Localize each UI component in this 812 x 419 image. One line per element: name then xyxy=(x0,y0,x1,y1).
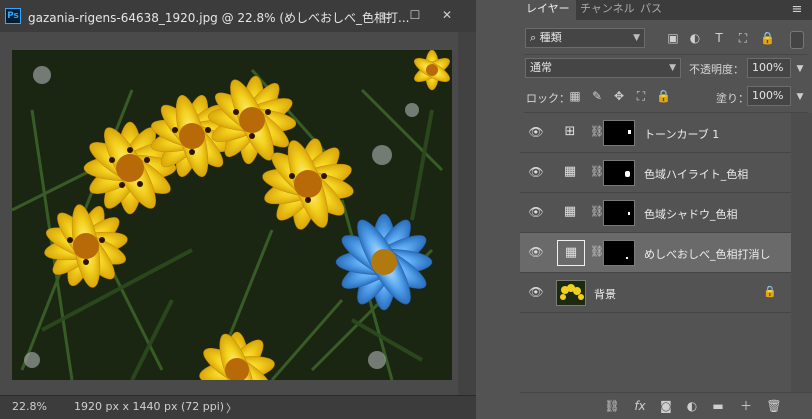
layer-filter-row: ⌕ 種類 ▼ ▣ ◐ T ⛶ 🔒 xyxy=(520,28,812,50)
layer-mask-thumbnail[interactable] xyxy=(603,160,635,186)
visibility-eye-icon[interactable]: 👁 xyxy=(528,205,544,219)
document-status-bar: 22.8% 1920 px x 1440 px (72 ppi) 〉 xyxy=(0,395,476,419)
mask-link-icon[interactable]: ⛓ xyxy=(590,165,604,181)
blend-mode-select[interactable]: 通常 ▼ xyxy=(525,58,681,78)
flower-photo-graphic xyxy=(12,50,452,380)
layer-style-fx-icon[interactable]: fx xyxy=(632,399,648,413)
hue-saturation-adjustment-icon[interactable]: ▦ xyxy=(557,160,585,186)
kind-filter-value: 種類 xyxy=(539,31,562,44)
new-layer-icon[interactable]: ＋ xyxy=(738,399,754,413)
visibility-eye-icon[interactable]: 👁 xyxy=(528,285,544,299)
opacity-input[interactable]: 100% xyxy=(747,58,791,78)
layers-panel-footer: ⛓ fx ◙ ◐ ▬ ＋ 🗑 xyxy=(520,392,812,419)
panel-gutter xyxy=(476,0,520,419)
background-thumbnail-graphic xyxy=(557,281,585,305)
zoom-level[interactable]: 22.8% xyxy=(12,400,47,413)
opacity-dropdown-icon[interactable]: ▼ xyxy=(794,62,806,76)
panel-menu-icon[interactable]: ≡ xyxy=(788,2,806,18)
adjustment-filter-icon[interactable]: ◐ xyxy=(688,31,702,45)
tab-paths[interactable]: パス xyxy=(634,0,668,20)
mask-link-icon[interactable]: ⛓ xyxy=(590,245,604,261)
lock-artboard-icon[interactable]: ⛶ xyxy=(634,89,648,103)
type-filter-icon[interactable]: T xyxy=(712,31,726,45)
mask-link-icon[interactable]: ⛓ xyxy=(590,125,604,141)
status-menu-arrow-icon[interactable]: 〉 xyxy=(226,400,237,416)
background-layer-thumbnail[interactable] xyxy=(556,280,586,306)
flower-photo[interactable] xyxy=(12,50,452,380)
lock-image-pixels-icon[interactable]: ✎ xyxy=(590,89,604,103)
add-mask-icon[interactable]: ◙ xyxy=(658,399,674,413)
fill-dropdown-icon[interactable]: ▼ xyxy=(794,90,806,104)
layer-name[interactable]: 色域ハイライト_色相 xyxy=(644,166,748,182)
layer-kind-filter[interactable]: ⌕ 種類 ▼ xyxy=(525,28,645,48)
visibility-eye-icon[interactable]: 👁 xyxy=(528,245,544,259)
layer-name[interactable]: 色域シャドウ_色相 xyxy=(644,206,738,222)
canvas-area[interactable] xyxy=(0,32,476,395)
chevron-down-icon: ▼ xyxy=(669,63,676,73)
smart-object-filter-icon[interactable]: 🔒 xyxy=(760,31,775,45)
layer-row[interactable]: 👁 背景 🔒 xyxy=(520,273,791,313)
minimize-button[interactable]: ▭ xyxy=(376,8,398,22)
new-adjustment-layer-icon[interactable]: ◐ xyxy=(684,399,700,413)
mask-link-icon[interactable]: ⛓ xyxy=(590,205,604,221)
layer-mask-thumbnail[interactable] xyxy=(603,240,635,266)
layer-lock-icon: 🔒 xyxy=(763,285,777,298)
layer-name[interactable]: トーンカーブ 1 xyxy=(644,126,719,142)
maximize-button[interactable]: ☐ xyxy=(404,8,426,22)
blend-opacity-row: 通常 ▼ 不透明度： 100% ▼ xyxy=(520,58,812,80)
divider xyxy=(524,54,808,55)
fill-label: 塗り： xyxy=(716,92,749,105)
curves-adjustment-icon[interactable]: ⊞ xyxy=(557,120,585,146)
search-icon: ⌕ xyxy=(530,31,537,44)
filter-toggle-switch[interactable] xyxy=(790,31,804,49)
delete-layer-trash-icon[interactable]: 🗑 xyxy=(766,399,782,413)
photoshop-app-icon: Ps xyxy=(5,8,21,24)
new-group-folder-icon[interactable]: ▬ xyxy=(710,399,726,413)
document-window: Ps gazania-rigens-64638_1920.jpg @ 22.8%… xyxy=(0,0,476,419)
hue-saturation-adjustment-icon[interactable]: ▦ xyxy=(557,240,585,266)
shape-filter-icon[interactable]: ⛶ xyxy=(736,31,750,45)
layer-row[interactable]: 👁 ▦ ⛓ 色域シャドウ_色相 xyxy=(520,193,791,233)
tab-layers[interactable]: レイヤー xyxy=(520,0,576,20)
layer-row[interactable]: 👁 ▦ ⛓ めしべおしべ_色相打消し xyxy=(520,233,791,273)
visibility-eye-icon[interactable]: 👁 xyxy=(528,125,544,139)
layer-list-scrollbar[interactable] xyxy=(791,113,812,396)
layers-panel: レイヤー チャンネル パス ≡ ⌕ 種類 ▼ ▣ ◐ T ⛶ 🔒 通常 ▼ 不透… xyxy=(520,0,812,419)
layer-row[interactable]: 👁 ⊞ ⛓ トーンカーブ 1 xyxy=(520,113,791,153)
layer-mask-thumbnail[interactable] xyxy=(603,200,635,226)
lock-transparent-icon[interactable]: ▦ xyxy=(568,89,582,103)
lock-position-icon[interactable]: ✥ xyxy=(612,89,626,103)
layer-name[interactable]: 背景 xyxy=(594,286,616,302)
document-dimensions: 1920 px x 1440 px (72 ppi) xyxy=(74,400,225,413)
visibility-eye-icon[interactable]: 👁 xyxy=(528,165,544,179)
tab-channels[interactable]: チャンネル xyxy=(574,0,641,20)
pixel-filter-icon[interactable]: ▣ xyxy=(666,31,680,45)
layer-mask-thumbnail[interactable] xyxy=(603,120,635,146)
layer-name[interactable]: めしべおしべ_色相打消し xyxy=(644,246,771,262)
link-layers-icon[interactable]: ⛓ xyxy=(604,399,620,413)
panel-tab-bar: レイヤー チャンネル パス ≡ xyxy=(520,0,812,20)
opacity-label: 不透明度： xyxy=(689,63,744,76)
fill-input[interactable]: 100% xyxy=(747,86,791,106)
lock-label: ロック： xyxy=(526,92,570,105)
chevron-down-icon: ▼ xyxy=(633,33,640,43)
hue-saturation-adjustment-icon[interactable]: ▦ xyxy=(557,200,585,226)
close-button[interactable]: ✕ xyxy=(436,8,458,22)
lock-all-icon[interactable]: 🔒 xyxy=(656,89,671,103)
blend-mode-value: 通常 xyxy=(530,61,552,74)
lock-fill-row: ロック： ▦ ✎ ✥ ⛶ 🔒 塗り： 100% ▼ xyxy=(520,86,812,108)
document-title-bar[interactable]: Ps gazania-rigens-64638_1920.jpg @ 22.8%… xyxy=(0,0,476,32)
layer-row[interactable]: 👁 ▦ ⛓ 色域ハイライト_色相 xyxy=(520,153,791,193)
document-title: gazania-rigens-64638_1920.jpg @ 22.8% (め… xyxy=(28,11,410,25)
canvas-vertical-scrollbar[interactable] xyxy=(458,32,476,395)
